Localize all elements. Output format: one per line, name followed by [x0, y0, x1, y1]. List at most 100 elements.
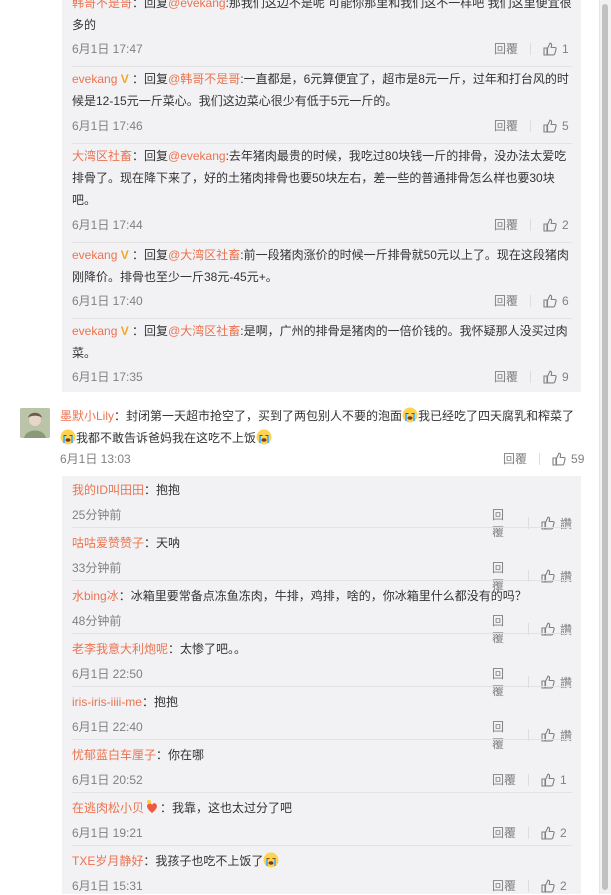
- reply-button[interactable]: 回覆: [494, 216, 518, 233]
- reply-meta: 6月1日 17:40 回覆 6: [72, 292, 572, 310]
- verified-v-icon: V: [117, 324, 133, 338]
- reply-time: 6月1日 17:47: [72, 42, 143, 56]
- like-button[interactable]: 讚: [541, 674, 572, 691]
- reply-item: TXE岁月静好：我孩子也吃不上饭了 6月1日 15:31 回覆 2: [72, 850, 572, 894]
- reply-username[interactable]: 水bing冰: [72, 589, 119, 603]
- mention-link[interactable]: @evekang: [168, 149, 226, 163]
- thumbs-up-icon: [541, 879, 555, 893]
- like-count: 2: [560, 878, 567, 893]
- reply-text: ：我靠，这也太过分了吧: [160, 801, 293, 815]
- like-button[interactable]: 讚: [541, 621, 572, 638]
- crying-emoji: [256, 429, 272, 445]
- comment-text: ：封闭第一天超市抢空了，买到了两包别人不要的泡面: [114, 409, 403, 423]
- reply-item: 韩哥不是哥：回复@evekang:那我们这边不是呢 可能你那里和我们这不一样吧 …: [72, 0, 572, 60]
- reply-item: evekang V ：回复@韩哥不是哥:一直都是，6元算便宜了，超市是8元一斤，…: [72, 68, 572, 136]
- mention-link[interactable]: @韩哥不是哥: [168, 72, 240, 86]
- divider: [72, 242, 572, 243]
- reply-username[interactable]: 老李我意大利炮呢: [72, 642, 168, 656]
- reply-button[interactable]: 回覆: [494, 292, 518, 309]
- comment-item: 墨默小Lily：封闭第一天超市抢空了，买到了两包别人不要的泡面 我已经吃了四天腐乳…: [20, 405, 585, 469]
- reply-item: evekang V ：回复@大湾区社畜:前一段猪肉涨价的时候一斤排骨就50元以上…: [72, 244, 572, 312]
- reply-time: 25分钟前: [72, 508, 122, 522]
- thumbs-up-icon: [543, 119, 557, 133]
- like-button[interactable]: 6: [543, 294, 569, 308]
- comment-text: 我已经吃了四天腐乳和榨菜了: [418, 409, 575, 423]
- reply-username[interactable]: 咕咕爱赞赞子: [72, 536, 144, 550]
- reply-username[interactable]: 在逃肉松小贝: [72, 801, 144, 815]
- reply-time: 6月1日 22:50: [72, 667, 143, 681]
- divider: [72, 739, 572, 740]
- reply-button[interactable]: 回覆: [494, 368, 518, 385]
- reply-button[interactable]: 回覆: [492, 771, 516, 788]
- reply-meta: 6月1日 17:35 回覆 9: [72, 368, 572, 386]
- reply-item: iris-iris-iiii-me：抱抱 6月1日 22:40 回覆 讚: [72, 691, 572, 751]
- like-count: 2: [560, 825, 567, 840]
- reply-username[interactable]: evekang: [72, 248, 117, 262]
- comment-username[interactable]: 墨默小Lily: [60, 409, 114, 423]
- reply-item: evekang V ：回复@大湾区社畜:是啊，广州的排骨是猪肉的一倍价钱的。我怀…: [72, 320, 572, 388]
- thumbs-up-icon: [552, 452, 566, 466]
- reply-text: ：太惨了吧。。: [168, 642, 247, 656]
- reply-button[interactable]: 回覆: [492, 824, 516, 841]
- reply-meta: 33分钟前 回覆 讚: [72, 559, 572, 592]
- avatar[interactable]: [20, 408, 50, 438]
- mention-link[interactable]: @大湾区社畜: [168, 324, 240, 338]
- reply-list-top: 韩哥不是哥：回复@evekang:那我们这边不是呢 可能你那里和我们这不一样吧 …: [62, 0, 581, 392]
- fire-heart-emoji: [147, 800, 157, 813]
- reply-button[interactable]: 回覆: [492, 877, 516, 894]
- reply-button[interactable]: 回覆: [494, 40, 518, 57]
- thumbs-up-icon: [541, 773, 555, 787]
- like-count: 9: [562, 369, 569, 384]
- reply-button[interactable]: 回覆: [503, 450, 527, 467]
- like-button[interactable]: 2: [541, 826, 567, 840]
- reply-username[interactable]: evekang: [72, 72, 117, 86]
- reply-meta: 6月1日 17:46 回覆 5: [72, 117, 572, 135]
- reply-username[interactable]: 大湾区社畜: [72, 149, 132, 163]
- reply-text: ：天呐: [144, 536, 181, 550]
- comment-time: 6月1日 13:03: [60, 452, 131, 466]
- like-count: 1: [560, 772, 567, 787]
- like-count: 讚: [559, 516, 572, 531]
- mention-link[interactable]: @大湾区社畜: [168, 248, 240, 262]
- reply-item: 在逃肉松小贝 ：我靠，这也太过分了吧 6月1日 19:21 回覆 2: [72, 797, 572, 843]
- reply-time: 6月1日 17:35: [72, 370, 143, 384]
- like-button[interactable]: 9: [543, 370, 569, 384]
- reply-time: 6月1日 17:44: [72, 218, 143, 232]
- reply-username[interactable]: evekang: [72, 324, 117, 338]
- like-button[interactable]: 讚: [541, 727, 572, 744]
- reply-meta: 48分钟前 回覆 讚: [72, 612, 572, 645]
- like-button[interactable]: 讚: [541, 515, 572, 532]
- scrollbar[interactable]: [599, 0, 611, 894]
- reply-username[interactable]: 我的ID叫田田: [72, 483, 144, 497]
- reply-item: 忧郁蓝白车厘子：你在哪 6月1日 20:52 回覆 1: [72, 744, 572, 790]
- reply-text: ：我孩子也吃不上饭了: [143, 854, 264, 868]
- reply-item: 大湾区社畜：回复@evekang:去年猪肉最贵的时候，我吃过80块钱一斤的排骨，…: [72, 145, 572, 235]
- reply-meta: 6月1日 17:44 回覆 2: [72, 216, 572, 234]
- reply-item: 我的ID叫田田：抱抱 25分钟前 回覆 讚: [72, 479, 572, 539]
- crying-emoji: [402, 407, 418, 423]
- reply-text: ：冰箱里要常备点冻鱼冻肉，牛排，鸡排，啥的，你冰箱里什么都没有的吗？: [118, 589, 527, 603]
- like-button[interactable]: 5: [543, 119, 569, 133]
- avatar-image: [20, 408, 50, 438]
- reply-button[interactable]: 回覆: [494, 117, 518, 134]
- like-button[interactable]: 2: [543, 218, 569, 232]
- like-button[interactable]: 2: [541, 879, 567, 893]
- like-button[interactable]: 1: [541, 773, 567, 787]
- reply-list-bottom: 我的ID叫田田：抱抱 25分钟前 回覆 讚 咕咕爱赞赞子：天呐 33分钟前 回覆…: [62, 476, 581, 894]
- reply-item: 咕咕爱赞赞子：天呐 33分钟前 回覆 讚: [72, 532, 572, 592]
- like-button[interactable]: 59: [552, 452, 584, 466]
- reply-username[interactable]: 忧郁蓝白车厘子: [72, 748, 156, 762]
- like-button[interactable]: 1: [543, 42, 569, 56]
- reply-username[interactable]: TXE岁月静好: [72, 854, 143, 868]
- divider: [72, 845, 572, 846]
- divider: [72, 792, 572, 793]
- like-count: 讚: [559, 622, 572, 637]
- reply-username[interactable]: 韩哥不是哥: [72, 0, 132, 10]
- reply-item: 水bing冰：冰箱里要常备点冻鱼冻肉，牛排，鸡排，啥的，你冰箱里什么都没有的吗？…: [72, 585, 572, 645]
- reply-meta: 6月1日 15:31 回覆 2: [72, 877, 572, 895]
- like-count: 6: [562, 293, 569, 308]
- mention-link[interactable]: @evekang: [168, 0, 226, 10]
- like-button[interactable]: 讚: [541, 568, 572, 585]
- reply-username[interactable]: iris-iris-iiii-me: [72, 695, 142, 709]
- scrollbar-thumb[interactable]: [602, 4, 608, 890]
